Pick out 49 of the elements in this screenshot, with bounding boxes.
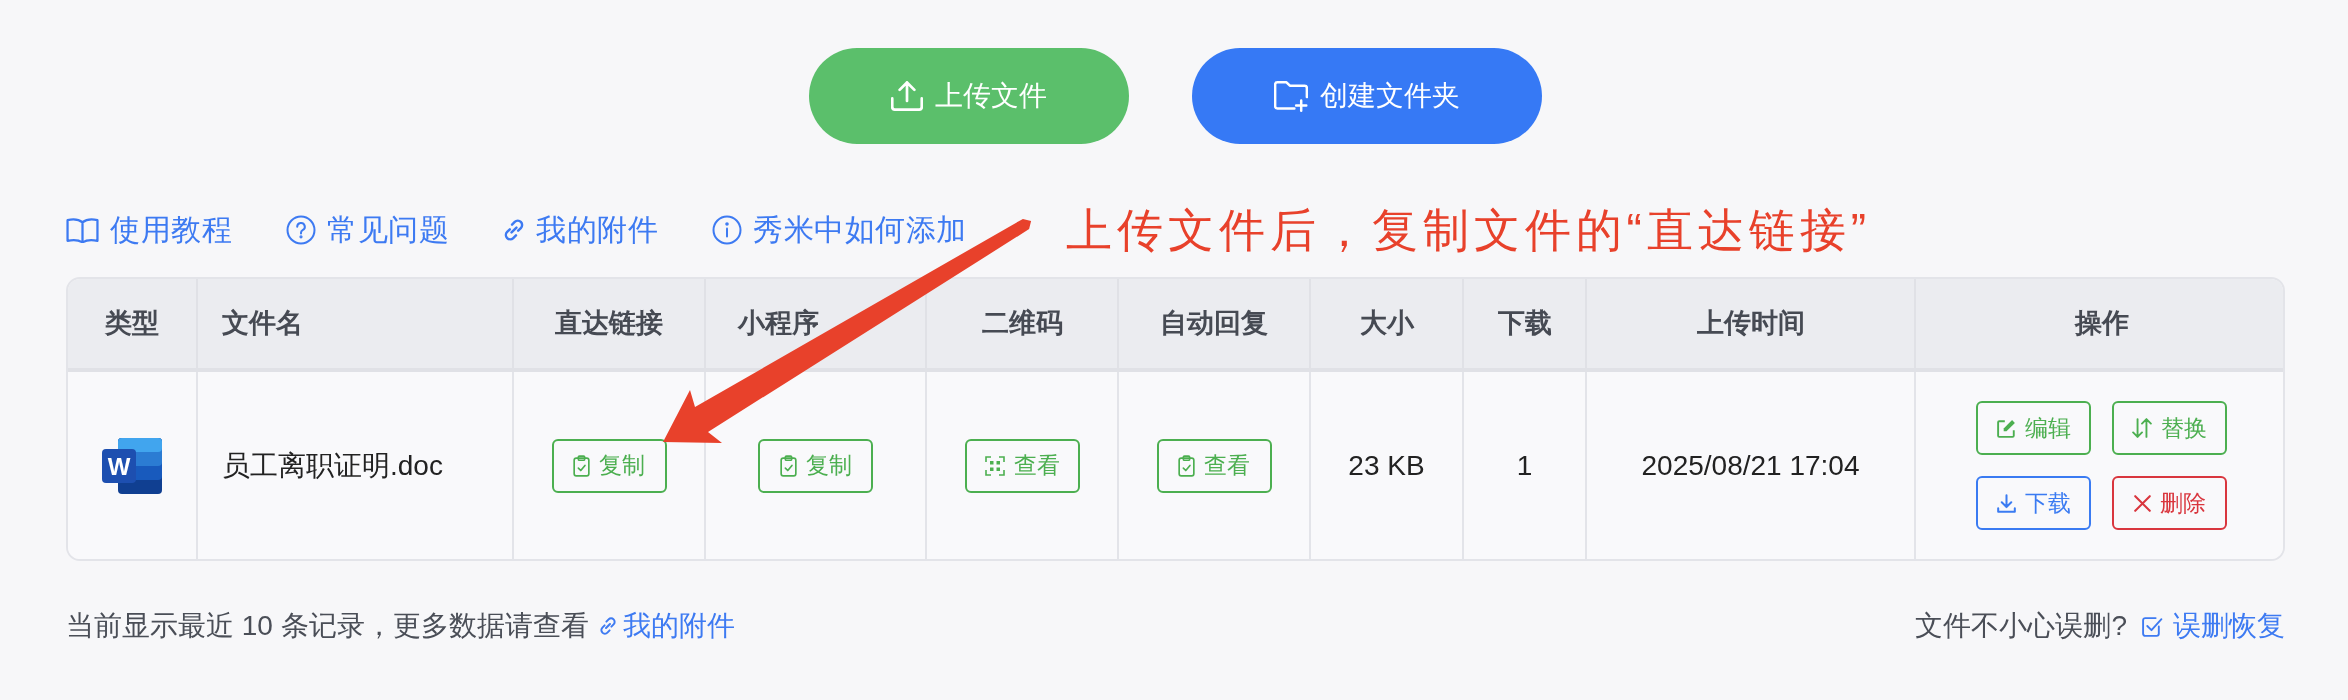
column-header: 小程序 — [738, 310, 819, 337]
file-size-text: 23 KB — [1348, 449, 1425, 482]
checkbox-check-icon — [2141, 615, 2163, 637]
edit-icon — [1996, 418, 2016, 438]
swap-arrows-icon — [2132, 418, 2152, 438]
replace-button[interactable]: 替换 — [2112, 401, 2227, 455]
clipboard-check-icon — [779, 454, 797, 477]
help-link[interactable]: 秀米中如何添加 — [712, 215, 967, 245]
file-name-text: 员工离职证明.doc — [222, 448, 443, 483]
column-header: 操作 — [2074, 310, 2129, 337]
help-link[interactable]: 常见问题 — [286, 215, 449, 245]
close-icon — [2133, 494, 2151, 512]
annotation-text: 上传文件后，复制文件的“直达链接” — [1065, 207, 1872, 253]
upload-button[interactable]: 上传文件 — [809, 48, 1129, 144]
column-header: 大小 — [1359, 310, 1414, 337]
column-header: 类型 — [105, 310, 159, 337]
info-icon — [712, 215, 742, 245]
recover-prompt: 文件不小心误删? — [1915, 609, 2127, 643]
upload-icon — [891, 80, 923, 112]
help-link[interactable]: 使用教程 — [66, 215, 232, 245]
column-header: 文件名 — [222, 310, 303, 337]
column-header: 二维码 — [981, 310, 1063, 337]
clipboard-check-icon — [1178, 454, 1195, 477]
copy-button[interactable]: 复制 — [758, 438, 873, 493]
upload-time-text: 2025/08/21 17:04 — [1641, 449, 1860, 482]
help-link[interactable]: 我的附件 — [503, 215, 658, 245]
view-button[interactable]: 查看 — [1156, 438, 1272, 493]
column-header: 直达链接 — [555, 310, 663, 337]
question-icon — [286, 215, 316, 245]
records-note: 当前显示最近 10 条记录，更多数据请查看 — [66, 609, 589, 643]
recover-link[interactable]: 误删恢复 — [2141, 607, 2285, 645]
download-icon — [1996, 493, 2016, 513]
link-icon — [503, 219, 525, 241]
copy-button[interactable]: 复制 — [551, 438, 667, 493]
attachments-link[interactable]: 我的附件 — [598, 607, 735, 645]
delete-button[interactable]: 删除 — [2112, 476, 2227, 530]
edit-button[interactable]: 编辑 — [1976, 401, 2091, 455]
column-header: 上传时间 — [1696, 310, 1805, 337]
clipboard-check-icon — [573, 454, 590, 477]
download-button[interactable]: 下载 — [1976, 476, 2091, 530]
book-icon — [66, 217, 99, 243]
create-folder-button[interactable]: 创建文件夹 — [1192, 48, 1542, 144]
link-icon — [598, 617, 617, 635]
download-count-text: 1 — [1516, 449, 1533, 482]
column-header: 自动回复 — [1160, 310, 1268, 337]
qr-code-icon — [984, 455, 1005, 476]
folder-plus-icon — [1274, 80, 1308, 112]
column-header: 下载 — [1497, 310, 1552, 337]
view-qr-button[interactable]: 查看 — [964, 438, 1080, 493]
